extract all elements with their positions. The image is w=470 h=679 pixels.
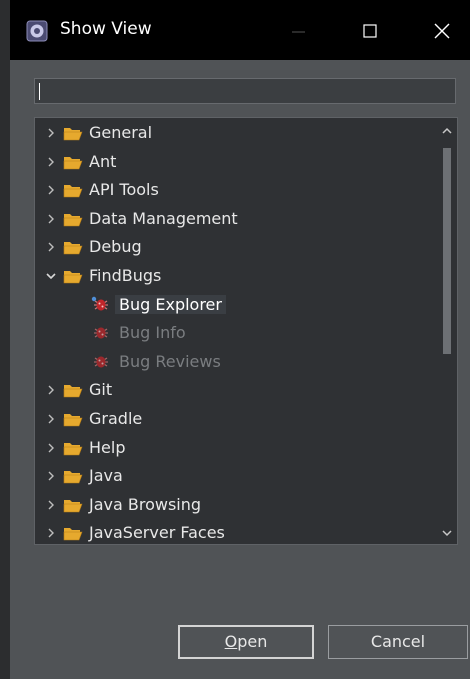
folder-open-icon (63, 271, 83, 284)
tree-item-label: Ant (89, 151, 117, 171)
tree-item-label: API Tools (89, 180, 159, 200)
chevron-right-icon[interactable] (45, 213, 57, 225)
tree-item-label: Help (89, 437, 126, 457)
tree-folder-item[interactable]: Help (35, 434, 435, 462)
title-bar[interactable]: Show View (10, 0, 470, 60)
folder-open-icon (63, 213, 83, 227)
window-title: Show View (60, 19, 152, 39)
tree-view-item[interactable]: Bug Info (35, 319, 435, 347)
cancel-button[interactable]: Cancel (328, 625, 468, 659)
folder-open-icon (63, 185, 83, 198)
chevron-right-icon[interactable] (45, 527, 57, 539)
bug-icon (94, 327, 108, 339)
tree-folder-item[interactable]: FindBugs (35, 262, 435, 290)
close-icon (434, 23, 450, 39)
chevron-right-icon[interactable] (45, 442, 57, 454)
folder-open-icon (63, 156, 83, 169)
open-mnemonic: O (224, 632, 238, 651)
tree-item-label: Debug (89, 237, 142, 257)
tree-folder-item[interactable]: Gradle (35, 405, 435, 433)
vertical-scrollbar[interactable] (437, 118, 457, 544)
tree-folder-item[interactable]: API Tools (35, 176, 435, 204)
tree-folder-item[interactable]: Ant (35, 148, 435, 176)
view-tree[interactable]: General Ant API Tools Data Management Debug F… (34, 117, 458, 545)
show-view-dialog: Show View General Ant API Tools Data Manage… (10, 0, 470, 679)
chevron-right-icon[interactable] (45, 184, 57, 196)
open-button[interactable]: Open (178, 625, 314, 659)
tree-view-item[interactable]: Bug Explorer (35, 291, 435, 319)
chevron-right-icon[interactable] (45, 127, 57, 139)
scroll-thumb[interactable] (443, 148, 451, 354)
minimize-button[interactable] (278, 14, 318, 48)
tree-view-item[interactable]: Bug Reviews (35, 348, 435, 376)
tree-item-label: Git (89, 380, 113, 400)
tree-folder-item[interactable]: JavaServer Faces (35, 519, 435, 544)
maximize-button[interactable] (350, 14, 390, 48)
chevron-down-icon[interactable] (45, 270, 57, 282)
tree-item-label: Gradle (89, 409, 143, 428)
filter-input[interactable] (34, 78, 456, 104)
scroll-up-arrow-icon[interactable] (441, 126, 453, 136)
background-window-edge (0, 0, 10, 679)
chevron-right-icon[interactable] (45, 499, 57, 511)
bug-icon (94, 356, 108, 368)
text-caret (39, 83, 40, 100)
chevron-right-icon[interactable] (45, 470, 57, 482)
folder-open-icon (63, 528, 83, 541)
tree-item-label: General (89, 123, 153, 142)
tree-item-label: JavaServer Faces (89, 523, 225, 543)
folder-open-icon (63, 442, 83, 455)
tree-folder-item[interactable]: General (35, 119, 435, 147)
bug-icon (91, 296, 108, 311)
chevron-right-icon[interactable] (45, 241, 57, 253)
folder-open-icon (63, 385, 83, 398)
eclipse-icon (26, 20, 48, 42)
tree-item-label: Java (89, 466, 123, 486)
scroll-down-arrow-icon[interactable] (441, 528, 453, 538)
folder-open-icon (63, 499, 83, 513)
tree-item-label: Bug Info (119, 323, 186, 343)
folder-open-icon (63, 414, 83, 427)
chevron-right-icon[interactable] (45, 413, 57, 425)
tree-folder-item[interactable]: Git (35, 376, 435, 404)
tree-folder-item[interactable]: Data Management (35, 205, 435, 233)
folder-open-icon (63, 128, 83, 141)
tree-folder-item[interactable]: Java (35, 462, 435, 490)
chevron-right-icon[interactable] (45, 156, 57, 168)
folder-open-icon (63, 471, 83, 484)
tree-folder-item[interactable]: Debug (35, 233, 435, 261)
chevron-right-icon[interactable] (45, 384, 57, 396)
tree-item-label: Bug Reviews (119, 351, 221, 371)
close-button[interactable] (422, 14, 462, 48)
minimize-icon (292, 31, 305, 33)
tree-item-label: Data Management (89, 208, 238, 228)
folder-open-icon (63, 242, 83, 255)
tree-folder-item[interactable]: Java Browsing (35, 491, 435, 519)
tree-item-label: FindBugs (89, 266, 162, 285)
tree-item-label: Java Browsing (89, 494, 202, 514)
open-label: pen (237, 632, 268, 651)
tree-item-label: Bug Explorer (115, 294, 226, 314)
maximize-icon (363, 24, 377, 38)
